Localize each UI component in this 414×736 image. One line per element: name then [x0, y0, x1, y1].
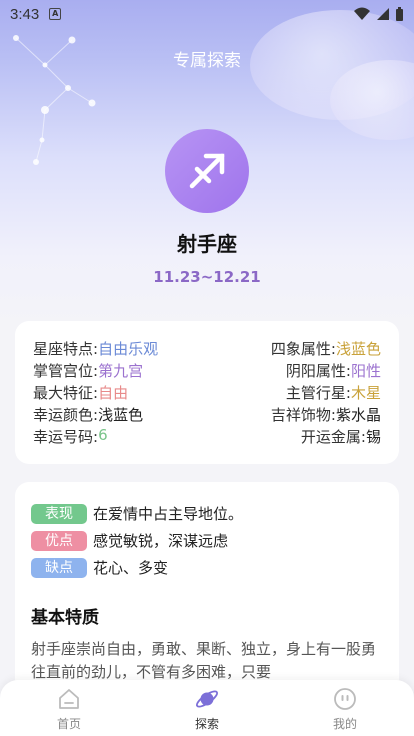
info-label: 幸运号码: [33, 427, 99, 446]
nav-label: 首页 [56, 717, 81, 731]
trait-tag-performance: 表现 [31, 503, 87, 524]
info-label: 阴阳属性: [285, 361, 351, 380]
info-label: 四象属性: [270, 339, 336, 358]
traits-card: 表现 在爱情中占主导地位。 优点 感觉敏锐，深谋远虑 缺点 花心、多变 基本特质… [15, 482, 399, 712]
info-row: 星座特点: 自由乐观 四象属性: 浅蓝色 [33, 337, 381, 359]
info-value: 浅蓝色 [335, 339, 381, 358]
info-row: 掌管宫位: 第九宫 阴阳属性: 阳性 [33, 359, 381, 381]
info-row: 最大特征: 自由 主管行星: 木星 [33, 381, 381, 403]
nav-item-home[interactable]: 首页 [29, 686, 109, 732]
page-title: 专属探索 [173, 51, 241, 71]
section-body: 射手座崇尚自由，勇敢、果断、独立，身上有一股勇往直前的劲儿，不管有多困难，只要 [31, 640, 377, 681]
info-label: 掌管宫位: [33, 361, 99, 380]
info-label: 开运金属: [300, 427, 366, 446]
info-value: 锡 [365, 427, 381, 446]
profile-icon [332, 686, 358, 712]
info-label: 星座特点: [33, 339, 99, 358]
status-time: 3:43 [10, 5, 40, 23]
nav-label: 探索 [194, 717, 219, 731]
section-title: 基本特质 [31, 608, 99, 628]
info-label: 最大特征: [33, 383, 99, 402]
wifi-icon [354, 7, 370, 20]
trait-text: 在爱情中占主导地位。 [93, 505, 244, 523]
sign-date-range: 11.23~12.21 [153, 268, 261, 286]
info-value: 木星 [350, 383, 381, 402]
trait-text: 感觉敏锐，深谋远虑 [93, 532, 229, 550]
nav-item-profile[interactable]: 我的 [305, 686, 385, 732]
bottom-nav: 首页 探索 我的 [0, 680, 414, 736]
info-value: 自由乐观 [98, 339, 159, 358]
info-label: 幸运颜色: [33, 405, 99, 424]
cellular-signal-icon [377, 8, 389, 20]
notification-a-icon: A [49, 8, 62, 20]
info-label: 主管行星: [285, 383, 351, 402]
trait-row: 优点 感觉敏锐，深谋远虑 [31, 527, 383, 554]
info-row: 幸运号码: 6 开运金属: 锡 [33, 425, 381, 447]
nav-item-explore[interactable]: 探索 [167, 686, 247, 732]
info-label: 吉祥饰物: [270, 405, 336, 424]
sign-name: 射手座 [177, 232, 237, 256]
info-value: 自由 [98, 383, 129, 402]
info-value: 第九宫 [98, 361, 144, 380]
status-bar: 3:43 A [0, 0, 414, 28]
trait-tag-weaknesses: 缺点 [31, 557, 87, 578]
sagittarius-icon [165, 129, 249, 213]
info-value: 浅蓝色 [98, 405, 144, 424]
trait-text: 花心、多变 [93, 559, 169, 577]
info-value: 阳性 [350, 361, 381, 380]
info-value: 紫水晶 [335, 405, 381, 424]
trait-row: 表现 在爱情中占主导地位。 [31, 500, 383, 527]
planet-icon [194, 686, 220, 712]
info-row: 幸运颜色: 浅蓝色 吉祥饰物: 紫水晶 [33, 403, 381, 425]
nav-label: 我的 [332, 717, 357, 731]
trait-tag-strengths: 优点 [31, 530, 87, 551]
sign-info-card: 星座特点: 自由乐观 四象属性: 浅蓝色 掌管宫位: 第九宫 阴阳属性: 阳性 最大特征… [15, 321, 399, 464]
home-icon [56, 686, 82, 712]
info-value: 6 [98, 425, 108, 444]
battery-icon [396, 6, 403, 21]
trait-row: 缺点 花心、多变 [31, 554, 383, 581]
